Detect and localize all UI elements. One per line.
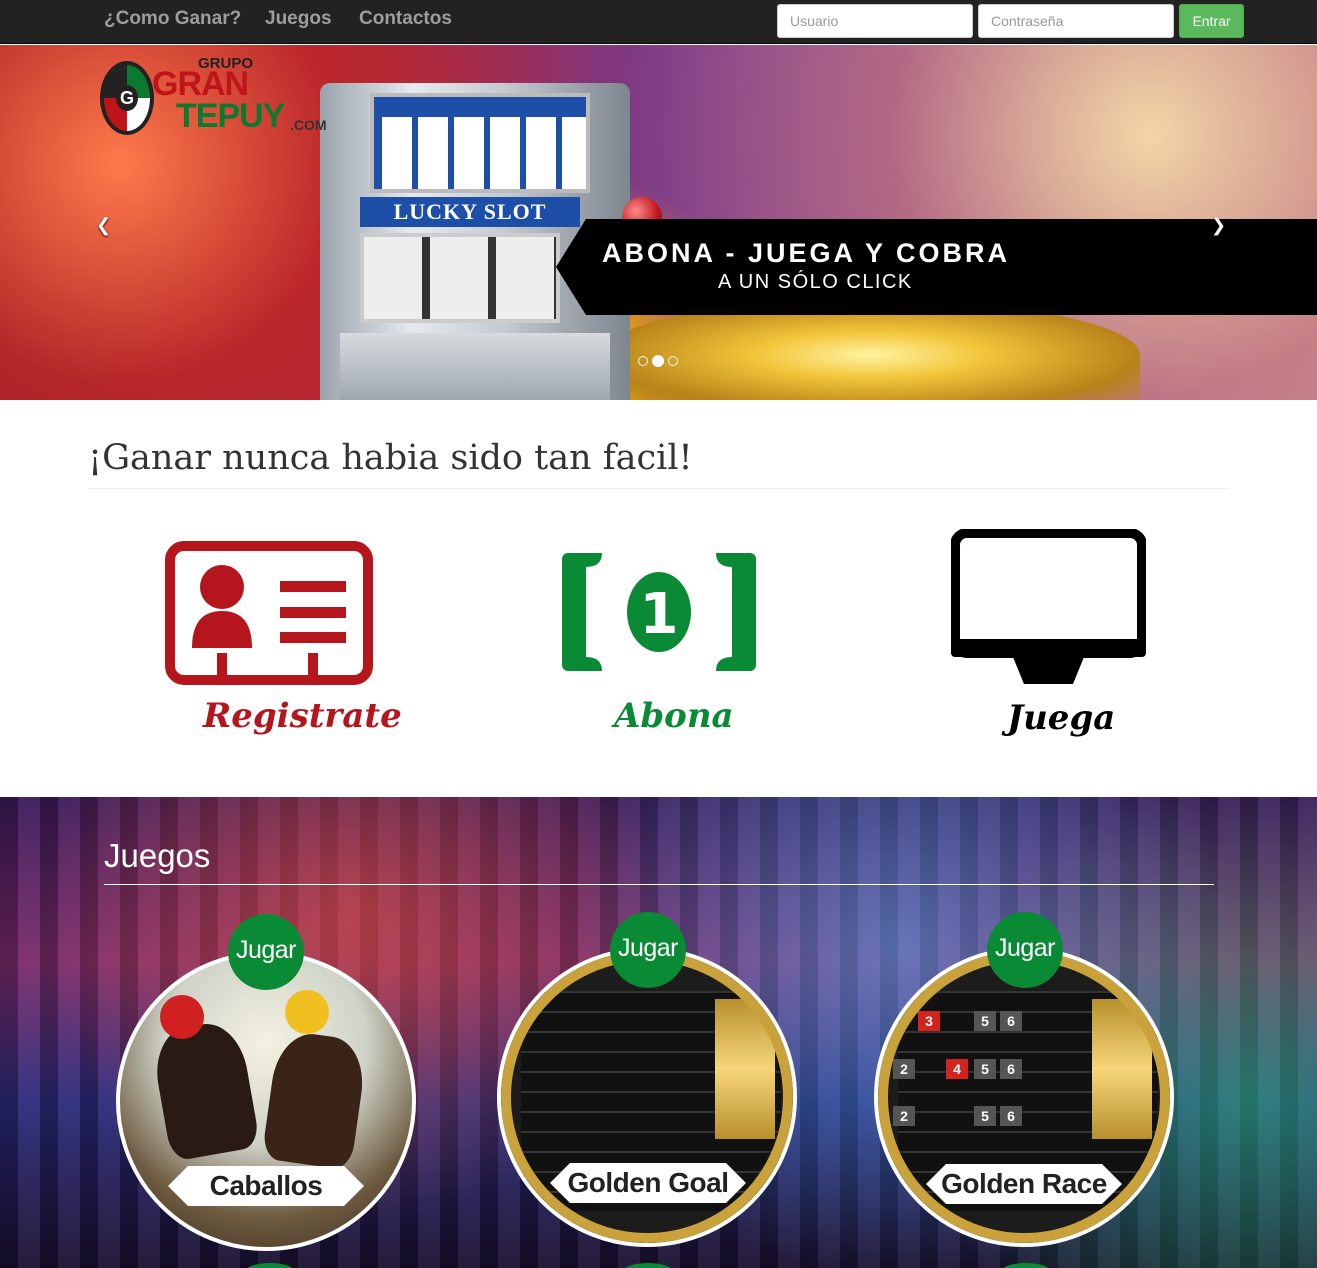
login-button[interactable]: Entrar — [1179, 4, 1244, 38]
carousel-indicator-1[interactable] — [638, 355, 648, 366]
password-input[interactable] — [978, 4, 1174, 38]
id-card-icon — [165, 541, 373, 685]
play-button-partial[interactable] — [1000, 1263, 1052, 1268]
play-button-golden-goal[interactable]: Jugar — [610, 912, 686, 988]
chevron-right-icon[interactable]: ❯ — [1211, 215, 1226, 236]
horse-image — [261, 1029, 369, 1171]
chevron-left-icon[interactable]: ❮ — [96, 215, 111, 236]
horse-image — [149, 1018, 261, 1162]
nav-link-contactos[interactable]: Contactos — [359, 8, 452, 30]
carousel-subline: A UN SÓLO CLICK — [718, 271, 913, 293]
carousel-indicator-3[interactable] — [668, 355, 678, 366]
step-label-registrate[interactable]: Registrate — [203, 696, 402, 736]
game-name-caballos: Caballos — [168, 1166, 364, 1206]
gold-coins-image — [600, 300, 1140, 400]
nav-link-juegos[interactable]: Juegos — [265, 8, 332, 30]
monitor-icon — [951, 529, 1146, 684]
divider — [88, 488, 1229, 489]
carousel-indicators — [638, 352, 682, 367]
slot-machine-reels — [360, 233, 560, 323]
step-label-abona[interactable]: Abona — [614, 696, 734, 736]
game-caballos-image[interactable] — [116, 951, 416, 1251]
step-label-juega[interactable]: Juega — [1007, 698, 1115, 738]
nav-link-como-ganar[interactable]: ¿Como Ganar? — [104, 8, 241, 30]
svg-text:1: 1 — [640, 582, 679, 647]
slot-machine-base — [340, 333, 610, 400]
hero-carousel: LUCKY SLOT G GRUPO GRAN TEPUY .COM ABONA… — [0, 45, 1317, 400]
carousel-indicator-2[interactable] — [652, 354, 664, 367]
slot-machine-label: LUCKY SLOT — [360, 197, 580, 227]
logo-text-tepuy: TEPUY — [176, 97, 285, 135]
logo-chip-icon: G — [100, 61, 154, 135]
carousel-headline: ABONA - JUEGA Y COBRA — [602, 238, 1011, 268]
play-button-partial[interactable] — [244, 1263, 296, 1268]
game-name-golden-goal: Golden Goal — [550, 1163, 746, 1203]
game-name-golden-race: Golden Race — [926, 1164, 1122, 1204]
top-navbar: ¿Como Ganar? Juegos Contactos Entrar — [0, 0, 1317, 44]
games-section: Juegos Jugar Caballos Jugar Golden Goal … — [0, 797, 1317, 1268]
games-heading: Juegos — [104, 837, 211, 874]
slot-machine-top — [370, 93, 590, 193]
logo-text-com: .COM — [290, 117, 327, 133]
play-button-golden-race[interactable]: Jugar — [987, 912, 1063, 988]
steps-heading: ¡Ganar nunca habia sido tan facil! — [88, 438, 693, 478]
banknote-icon: 1 — [562, 553, 756, 671]
brand-logo[interactable]: G GRUPO GRAN TEPUY .COM — [100, 55, 340, 135]
username-input[interactable] — [777, 4, 973, 38]
play-button-caballos[interactable]: Jugar — [228, 914, 304, 990]
play-button-partial[interactable] — [622, 1263, 674, 1268]
divider — [104, 884, 1214, 885]
